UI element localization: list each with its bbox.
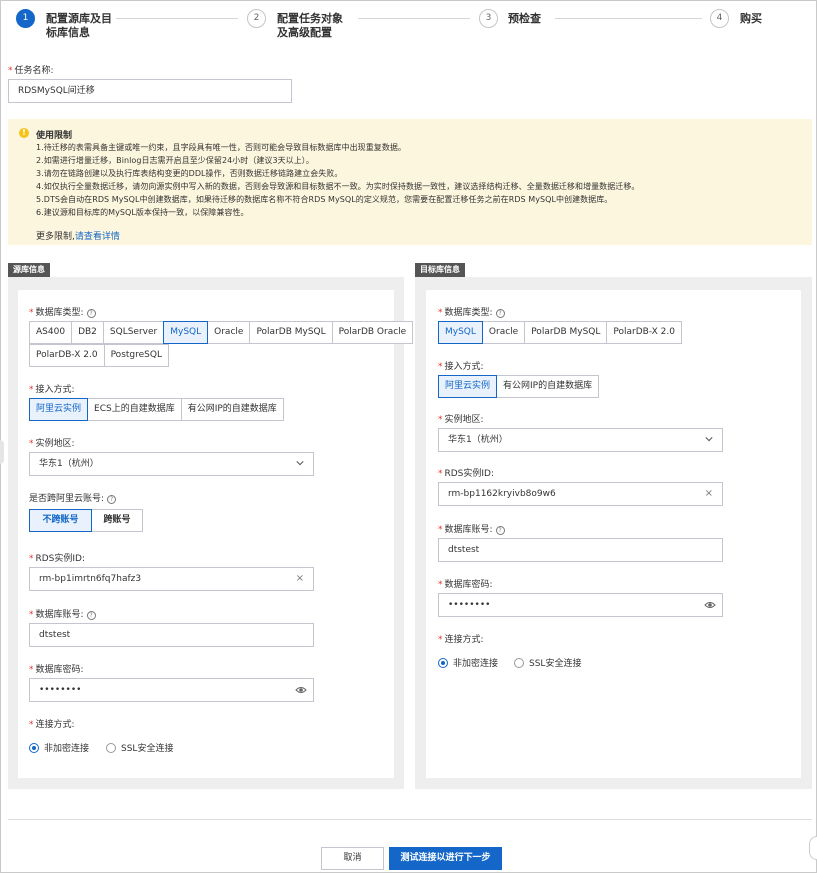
step-3-title: 预检查 [508, 12, 541, 25]
step-3-number: 3 [479, 9, 498, 28]
step-2-title: 配置任务对象 及高级配置 [277, 12, 343, 39]
side-panel-handle[interactable] [809, 836, 817, 860]
source-region-label: * 实例地区: [29, 439, 75, 449]
access-option[interactable]: 有公网IP的自建数据库 [180, 398, 284, 421]
usage-limits-notice: ! 使用限制 1.待迁移的表需具备主键或唯一约束，且字段具有唯一性，否则可能会导… [8, 119, 812, 245]
help-icon[interactable]: ? [495, 309, 505, 318]
left-collapse-handle[interactable] [0, 440, 4, 464]
db-type-option[interactable]: PolarDB MySQL [524, 321, 608, 344]
footer-divider [8, 819, 812, 820]
step-4-title: 购买 [740, 12, 762, 25]
target-db-type-selector: MySQL Oracle PolarDB MySQL PolarDB-X 2.0 [438, 321, 682, 344]
source-password-input[interactable]: •••••••• [29, 678, 314, 702]
step-2-number: 2 [247, 9, 266, 28]
access-option-selected[interactable]: 阿里云实例 [438, 375, 498, 398]
clear-icon[interactable]: × [296, 568, 304, 590]
cross-account-option[interactable]: 跨账号 [91, 509, 143, 532]
help-icon[interactable]: ? [107, 495, 117, 504]
eye-icon[interactable] [704, 599, 716, 611]
test-connection-next-button[interactable]: 测试连接以进行下一步 [389, 847, 502, 870]
notice-title: 使用限制 [36, 131, 73, 141]
chevron-down-icon [705, 437, 713, 442]
chevron-down-icon [296, 461, 304, 466]
radio-checked[interactable] [438, 657, 448, 668]
source-region-select[interactable]: 华东1（杭州） [29, 452, 314, 476]
target-db-type-label: * 数据库类型:? [438, 305, 505, 318]
target-region-select[interactable]: 华东1（杭州） [438, 428, 723, 452]
help-icon[interactable]: ? [86, 309, 96, 318]
eye-icon[interactable] [295, 684, 307, 696]
source-panel-tag: 源库信息 [8, 263, 50, 277]
access-option[interactable]: 有公网IP的自建数据库 [496, 375, 600, 398]
task-name-label: * 任务名称: [8, 66, 54, 76]
target-password-label: * 数据库密码: [438, 580, 493, 590]
cross-account-option-selected[interactable]: 不跨账号 [29, 509, 92, 532]
step-connector [555, 18, 702, 19]
notice-line: 5.DTS会自动在RDS MySQL中创建数据库，如果待迁移的数据库名称不符合R… [36, 195, 613, 204]
cross-account-label: 是否跨阿里云账号:? [29, 491, 117, 504]
source-access-label: * 接入方式: [29, 385, 75, 395]
radio-unchecked[interactable] [106, 742, 116, 753]
target-conn-nonencrypted[interactable]: 非加密连接 [438, 656, 498, 669]
notice-line: 2.如需进行增量迁移，Binlog日志需开启且至少保留24小时（建议3天以上）。 [36, 156, 314, 165]
source-conn-ssl[interactable]: SSL安全连接 [106, 741, 173, 754]
access-option-selected[interactable]: 阿里云实例 [29, 398, 89, 421]
source-conn-nonencrypted[interactable]: 非加密连接 [29, 741, 89, 754]
notice-more: 更多限制,请查看详情 [36, 232, 120, 242]
db-type-option[interactable]: AS400 [29, 321, 73, 344]
target-conn-label: * 连接方式: [438, 635, 484, 645]
source-rds-instance-input[interactable]: rm-bp1imrtn6fq7hafz3 × [29, 567, 314, 591]
db-type-option[interactable]: PolarDB Oracle [331, 321, 414, 344]
task-name-input[interactable]: RDSMySQL间迁移 [8, 79, 292, 103]
step-1-title: 配置源库及目 标库信息 [46, 12, 112, 39]
target-access-selector: 阿里云实例 有公网IP的自建数据库 [438, 375, 600, 398]
db-type-option[interactable]: PolarDB-X 2.0 [29, 344, 105, 367]
warning-icon: ! [19, 128, 29, 138]
target-rds-instance-input[interactable]: rm-bp1162kryivb8o9w6 × [438, 482, 723, 506]
source-conn-label: * 连接方式: [29, 720, 75, 730]
db-type-option[interactable]: PolarDB MySQL [249, 321, 333, 344]
target-region-label: * 实例地区: [438, 415, 484, 425]
db-type-option-selected[interactable]: MySQL [438, 321, 483, 344]
access-option[interactable]: ECS上的自建数据库 [87, 398, 182, 421]
db-type-option[interactable]: PolarDB-X 2.0 [606, 321, 682, 344]
db-type-option[interactable]: DB2 [71, 321, 104, 344]
step-connector [358, 18, 470, 19]
target-password-input[interactable]: •••••••• [438, 593, 723, 617]
source-db-type-selector-row2: PolarDB-X 2.0 PostgreSQL [29, 344, 169, 367]
target-account-input[interactable]: dtstest [438, 538, 723, 562]
radio-unchecked[interactable] [514, 657, 524, 668]
source-db-type-selector: AS400 DB2 SQLServer MySQL Oracle PolarDB… [29, 321, 414, 344]
source-access-selector: 阿里云实例 ECS上的自建数据库 有公网IP的自建数据库 [29, 398, 284, 421]
source-account-input[interactable]: dtstest [29, 623, 314, 647]
radio-checked[interactable] [29, 742, 39, 753]
source-account-label: * 数据库账号:? [29, 607, 96, 620]
db-type-option[interactable]: PostgreSQL [103, 344, 169, 367]
help-icon[interactable]: ? [495, 526, 505, 535]
db-type-option-selected[interactable]: MySQL [163, 321, 209, 344]
db-type-option[interactable]: SQLServer [102, 321, 165, 344]
step-connector [116, 18, 238, 19]
db-type-option[interactable]: Oracle [207, 321, 251, 344]
source-db-type-label: * 数据库类型:? [29, 305, 96, 318]
cross-account-selector: 不跨账号 跨账号 [29, 509, 143, 532]
target-access-label: * 接入方式: [438, 362, 484, 372]
target-conn-ssl[interactable]: SSL安全连接 [514, 656, 581, 669]
clear-icon[interactable]: × [705, 483, 713, 505]
target-account-label: * 数据库账号:? [438, 522, 505, 535]
notice-line: 3.请勿在链路创建以及执行库表结构变更的DDL操作，否则数据迁移链路建立会失败。 [36, 169, 343, 178]
target-panel-tag: 目标库信息 [415, 263, 465, 277]
notice-line: 4.如仅执行全量数据迁移，请勿向源实例中写入新的数据，否则会导致源和目标数据不一… [36, 182, 640, 191]
source-rds-label: * RDS实例ID: [29, 554, 86, 564]
db-type-option[interactable]: Oracle [481, 321, 526, 344]
step-1-number: 1 [16, 9, 35, 28]
target-rds-label: * RDS实例ID: [438, 469, 495, 479]
view-details-link[interactable]: 请查看详情 [75, 232, 120, 242]
help-icon[interactable]: ? [86, 611, 96, 620]
notice-line: 6.建议源和目标库的MySQL版本保持一致，以保障兼容性。 [36, 208, 249, 217]
step-4-number: 4 [710, 9, 729, 28]
cancel-button[interactable]: 取消 [321, 847, 384, 870]
notice-line: 1.待迁移的表需具备主键或唯一约束，且字段具有唯一性，否则可能会导致目标数据库中… [36, 143, 406, 152]
source-password-label: * 数据库密码: [29, 665, 84, 675]
